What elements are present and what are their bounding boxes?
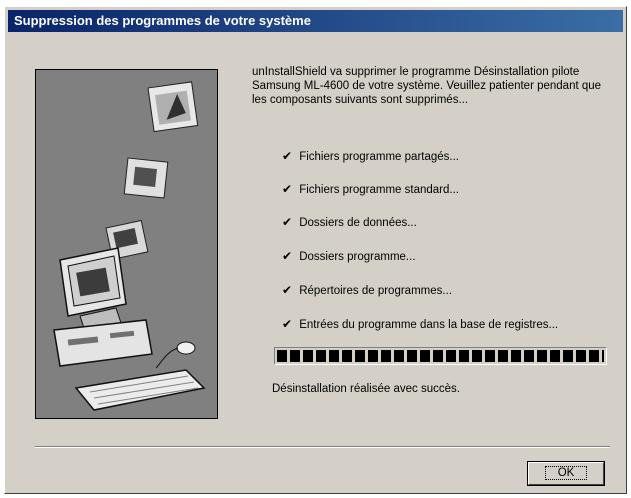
step-item: ✔ Fichiers programme partagés...: [282, 148, 459, 164]
checkmark-icon: ✔: [282, 283, 293, 297]
ok-button[interactable]: OK: [528, 462, 604, 485]
checkmark-icon: ✔: [282, 317, 293, 331]
computer-uninstall-illustration: [35, 69, 218, 419]
checkmark-icon: ✔: [282, 215, 293, 229]
divider: [35, 446, 610, 448]
step-label: Dossiers de données...: [299, 217, 417, 229]
progress-fill: [277, 350, 604, 362]
step-label: Fichiers programme standard...: [299, 184, 459, 196]
progress-bar: [274, 347, 607, 365]
title-bar: Suppression des programmes de votre syst…: [8, 10, 623, 32]
step-item: ✔ Dossiers programme...: [282, 248, 416, 264]
dialog-content: unInstallShield va supprimer le programm…: [252, 65, 612, 395]
step-label: Fichiers programme partagés...: [299, 151, 459, 163]
ok-button-label: OK: [544, 466, 588, 480]
uninstall-dialog: Suppression des programmes de votre syst…: [4, 6, 627, 494]
window-title: Suppression des programmes de votre syst…: [14, 13, 311, 28]
step-label: Entrées du programme dans la base de reg…: [299, 319, 559, 331]
step-label: Répertoires de programmes...: [299, 285, 452, 297]
step-item: ✔ Entrées du programme dans la base de r…: [282, 316, 558, 332]
step-item: ✔ Dossiers de données...: [282, 214, 417, 230]
checkmark-icon: ✔: [282, 182, 293, 196]
checkmark-icon: ✔: [282, 149, 293, 163]
step-label: Dossiers programme...: [299, 251, 416, 263]
step-item: ✔ Fichiers programme standard...: [282, 181, 459, 197]
intro-text: unInstallShield va supprimer le programm…: [252, 66, 602, 106]
checkmark-icon: ✔: [282, 249, 293, 263]
computer-illustration-icon: [53, 81, 206, 411]
status-text: Désinstallation réalisée avec succès.: [272, 383, 460, 395]
step-item: ✔ Répertoires de programmes...: [282, 282, 452, 298]
